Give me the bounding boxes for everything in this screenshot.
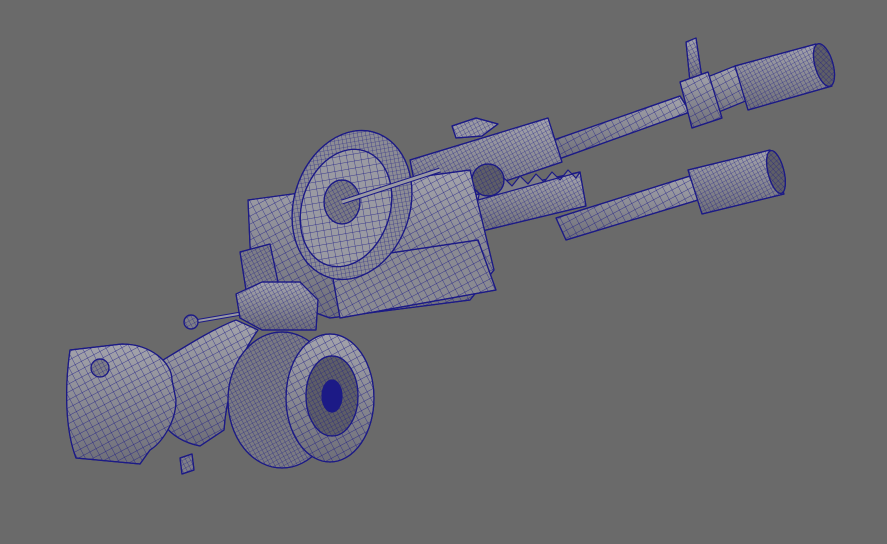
trigger[interactable] xyxy=(179,453,195,475)
stock[interactable] xyxy=(66,343,177,465)
drum-magazine[interactable] xyxy=(227,331,375,469)
cocking-lever[interactable] xyxy=(183,281,319,331)
gun-model-wireframe xyxy=(66,37,836,475)
3d-viewport[interactable] xyxy=(0,0,887,544)
lower-barrel[interactable] xyxy=(555,149,789,241)
